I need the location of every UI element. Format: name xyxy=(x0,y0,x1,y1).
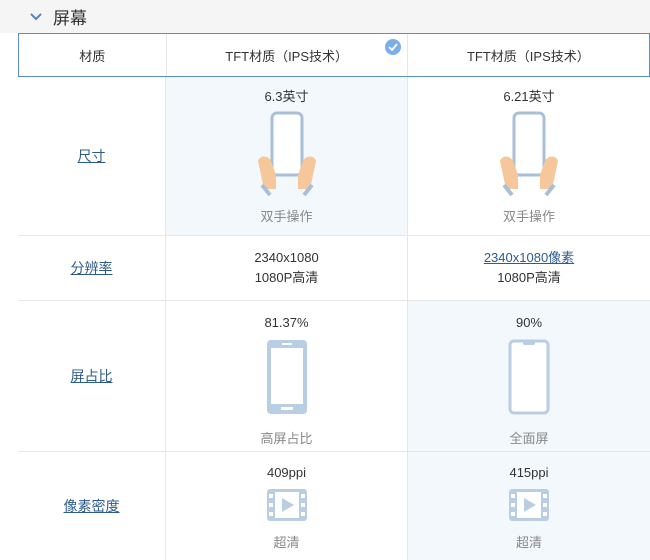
resolution-row: 分辨率 2340x1080 1080P高清 2340x1080像素 1080P高… xyxy=(18,236,650,301)
size-col2-cell: 6.21英寸 双手操作 xyxy=(408,77,650,235)
resolution-col2-cell: 2340x1080像素 1080P高清 xyxy=(408,236,650,300)
resolution-col1-line1: 2340x1080 xyxy=(254,250,319,265)
ratio-col2-caption: 全面屏 xyxy=(509,431,549,446)
video-hd-icon xyxy=(509,489,549,526)
two-hands-phone-icon xyxy=(496,111,562,202)
header-col1-cell[interactable]: TFT材质（IPS技术） xyxy=(167,34,408,76)
header-label: 材质 xyxy=(79,48,106,64)
size-col1-caption: 双手操作 xyxy=(260,209,313,224)
size-col2-value: 6.21英寸 xyxy=(503,89,555,104)
size-row: 尺寸 6.3英寸 双手操作 6.21英寸 双手操作 xyxy=(18,77,650,236)
resolution-col2-link[interactable]: 2340x1080像素 xyxy=(484,248,574,268)
chevron-down-icon[interactable] xyxy=(30,10,44,24)
density-col2-caption: 超清 xyxy=(515,535,542,550)
density-label-cell: 像素密度 xyxy=(18,452,166,560)
section-header-screen[interactable]: 屏幕 xyxy=(0,0,650,33)
density-col1-cell: 409ppi 超清 xyxy=(166,452,408,560)
density-col1-value: 409ppi xyxy=(266,465,307,480)
header-label-cell: 材质 xyxy=(19,34,167,76)
ratio-col1-value: 81.37% xyxy=(264,315,309,330)
resolution-label-link[interactable]: 分辨率 xyxy=(71,258,113,278)
density-col2-cell: 415ppi 超清 xyxy=(408,452,650,560)
resolution-col1-cell: 2340x1080 1080P高清 xyxy=(166,236,408,300)
size-col1-value: 6.3英寸 xyxy=(264,89,309,104)
ratio-label-link[interactable]: 屏占比 xyxy=(71,366,113,386)
resolution-label-cell: 分辨率 xyxy=(18,236,166,300)
resolution-col1-line2: 1080P高清 xyxy=(254,270,319,285)
size-label-cell: 尺寸 xyxy=(18,77,166,235)
ratio-label-cell: 屏占比 xyxy=(18,301,166,451)
size-col2-caption: 双手操作 xyxy=(502,209,555,224)
check-circle-icon[interactable] xyxy=(384,39,401,55)
section-title: 屏幕 xyxy=(53,9,87,28)
header-col2-value: TFT材质（IPS技术） xyxy=(466,48,590,64)
density-col1-caption: 超清 xyxy=(273,535,300,550)
header-row: 材质 TFT材质（IPS技术） TFT材质（IPS技术） xyxy=(18,33,650,77)
phone-fullscreen-icon xyxy=(508,339,550,420)
ratio-col2-value: 90% xyxy=(515,315,543,330)
resolution-col2-line2: 1080P高清 xyxy=(497,270,561,285)
spec-comparison-table: 材质 TFT材质（IPS技术） TFT材质（IPS技术） 尺寸 6.3英寸 双手… xyxy=(18,33,650,560)
ratio-col1-caption: 高屏占比 xyxy=(260,431,313,446)
phone-high-ratio-icon xyxy=(266,339,308,420)
density-row: 像素密度 409ppi 超清 415ppi 超清 xyxy=(18,452,650,560)
density-label-link[interactable]: 像素密度 xyxy=(64,496,120,516)
header-col2-cell: TFT材质（IPS技术） xyxy=(408,34,649,76)
header-col1-value: TFT材质（IPS技术） xyxy=(225,48,349,64)
ratio-col1-cell: 81.37% 高屏占比 xyxy=(166,301,408,451)
density-col2-value: 415ppi xyxy=(509,465,549,480)
ratio-row: 屏占比 81.37% 高屏占比 90% 全面屏 xyxy=(18,301,650,452)
video-hd-icon xyxy=(266,489,307,526)
size-label-link[interactable]: 尺寸 xyxy=(78,146,106,166)
ratio-col2-cell: 90% 全面屏 xyxy=(408,301,650,451)
two-hands-phone-icon xyxy=(254,111,320,202)
size-col1-cell: 6.3英寸 双手操作 xyxy=(166,77,408,235)
